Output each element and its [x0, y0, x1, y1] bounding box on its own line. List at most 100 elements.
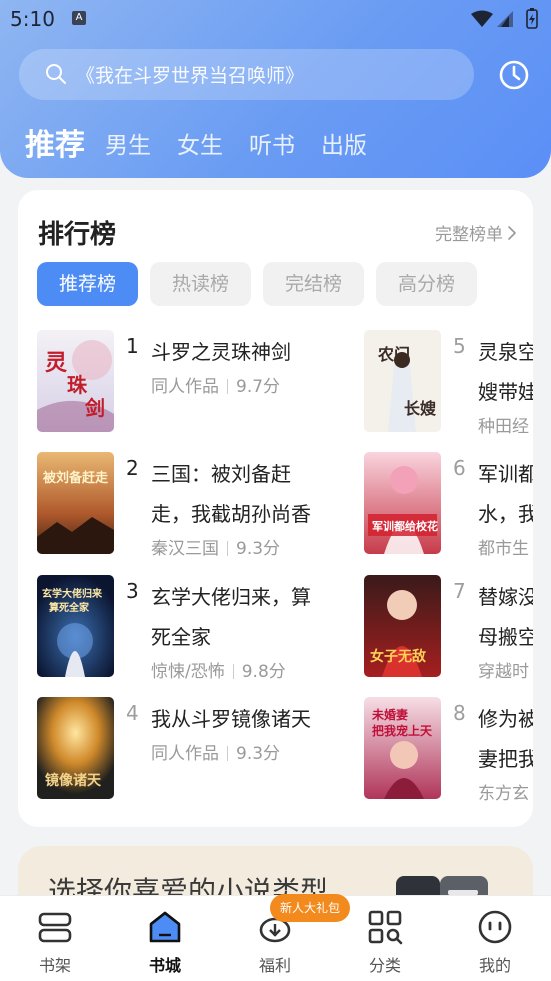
tab-recommend-rank[interactable]: 推荐榜 — [37, 262, 138, 306]
book-score: 9.7分 — [236, 377, 281, 397]
book-cover: 玄学大佬归来 算死全家 — [37, 575, 114, 677]
book-rank: 4 — [126, 701, 139, 725]
book-rank: 8 — [453, 701, 466, 725]
book-title: 玄学大佬归来，算死全家 — [151, 585, 311, 649]
book-rank: 1 — [126, 334, 139, 358]
book-title: 替嫁没 母搬空 — [478, 585, 533, 649]
ranking-title: 排行榜 — [38, 220, 117, 250]
book-score: 9.3分 — [236, 539, 281, 559]
book-cover: 镜像诸天 — [37, 697, 114, 799]
book-meta: 惊悚/恐怖 9.8分 — [151, 657, 286, 682]
chevron-right-icon — [508, 225, 516, 240]
book-meta: 种田经 — [478, 412, 529, 437]
book-rank: 6 — [453, 456, 466, 480]
book-item[interactable]: 玄学大佬归来 算死全家 3 玄学大佬归来，算死全家 惊悚/恐怖 9.8分 — [37, 575, 357, 682]
nav-label: 福利 — [258, 956, 291, 975]
status-bar: 5:10 A — [0, 0, 551, 38]
search-placeholder: 《我在斗罗世界当召唤师》 — [76, 65, 305, 87]
book-cover: 被刘备赶走 — [37, 452, 114, 554]
book-cover: 未婚妻 把我宠上天 — [364, 697, 441, 799]
book-genre: 东方玄 — [478, 784, 529, 804]
book-genre: 穿越时 — [478, 662, 529, 682]
book-item[interactable]: 女子无敌 7 替嫁没 母搬空 穿越时 — [364, 575, 533, 682]
bookstore-icon — [149, 911, 181, 943]
nav-profile[interactable]: 我的 — [440, 896, 550, 981]
book-item[interactable]: 灵 珠 剑 1 斗罗之灵珠神剑 同人作品 9.7分 — [37, 330, 357, 434]
book-genre: 种田经 — [478, 417, 529, 437]
svg-text:军训都给校花: 军训都给校花 — [372, 519, 438, 533]
svg-text:珠: 珠 — [67, 373, 88, 397]
book-cover: 女子无敌 — [364, 575, 441, 677]
book-genre: 都市生 — [478, 539, 529, 559]
search-icon — [46, 64, 66, 84]
book-cover: 军训都给校花 — [364, 452, 441, 554]
tab-finished-rank[interactable]: 完结榜 — [263, 262, 364, 306]
tab-male[interactable]: 男生 — [105, 126, 151, 166]
book-meta: 穿越时 — [478, 657, 529, 682]
ranking-tabs: 推荐榜 热读榜 完结榜 高分榜 — [37, 262, 489, 306]
search-input[interactable]: 《我在斗罗世界当召唤师》 — [19, 49, 474, 100]
book-item[interactable]: 农门 长嫂 5 灵泉空 嫂带娃 种田经 — [364, 330, 533, 437]
book-score: 9.3分 — [236, 744, 281, 764]
tab-publish[interactable]: 出版 — [321, 126, 367, 166]
nav-bookstore[interactable]: 书城 — [110, 896, 220, 981]
tab-high-score-rank[interactable]: 高分榜 — [376, 262, 477, 306]
svg-text:算死全家: 算死全家 — [48, 601, 90, 614]
svg-text:未婚妻: 未婚妻 — [371, 707, 408, 722]
book-genre: 秦汉三国 — [151, 539, 219, 559]
svg-text:农门: 农门 — [377, 345, 410, 364]
tab-audiobook[interactable]: 听书 — [249, 126, 295, 166]
signal-battery-icon — [471, 8, 538, 29]
book-meta: 都市生 — [478, 534, 529, 559]
newcomer-gift-badge[interactable]: 新人大礼包 — [270, 894, 351, 922]
status-time: 5:10 — [10, 7, 55, 31]
notification-icon: A — [72, 11, 86, 25]
ranking-card: 排行榜 完整榜单 推荐榜 热读榜 完结榜 高分榜 灵 珠 剑 1 斗罗之灵珠神剑 — [18, 190, 533, 827]
category-icon — [368, 910, 403, 945]
book-rank: 7 — [453, 579, 466, 603]
svg-text:镜像诸天: 镜像诸天 — [45, 772, 102, 789]
book-item[interactable]: 未婚妻 把我宠上天 8 修为被 妻把我 东方玄 — [364, 697, 533, 804]
book-title: 灵泉空 嫂带娃 — [478, 340, 533, 404]
tab-female[interactable]: 女生 — [177, 126, 223, 166]
svg-text:把我宠上天: 把我宠上天 — [372, 723, 433, 738]
header: 5:10 A 《我在斗罗世界当召唤师》 推荐 男生 女生 听书 出版 — [0, 0, 551, 178]
bookshelf-icon — [38, 912, 72, 943]
book-title: 我从斗罗镜像诸天 — [151, 707, 311, 731]
book-rank: 5 — [453, 334, 466, 358]
nav-label: 书架 — [38, 956, 71, 975]
book-item[interactable]: 被刘备赶走 2 三国：被刘备赶走，我截胡孙尚香 秦汉三国 9.3分 — [37, 452, 357, 559]
book-genre: 同人作品 — [151, 744, 219, 764]
nav-label: 我的 — [478, 956, 511, 975]
full-ranking-label: 完整榜单 — [435, 225, 503, 245]
svg-text:被刘备赶走: 被刘备赶走 — [42, 470, 109, 486]
book-cover: 农门 长嫂 — [364, 330, 441, 432]
book-title: 斗罗之灵珠神剑 — [151, 340, 291, 364]
book-title: 军训都 水，我 — [478, 462, 533, 526]
book-rank: 3 — [126, 579, 139, 603]
book-title: 三国：被刘备赶走，我截胡孙尚香 — [151, 462, 311, 526]
book-rank: 2 — [126, 456, 139, 480]
tab-recommend[interactable]: 推荐 — [25, 126, 85, 166]
book-meta: 同人作品 9.7分 — [151, 372, 280, 397]
nav-bookshelf[interactable]: 书架 — [0, 896, 110, 981]
history-clock-icon[interactable] — [497, 58, 531, 92]
svg-text:长嫂: 长嫂 — [404, 399, 437, 418]
channel-tabs: 推荐 男生 女生 听书 出版 — [25, 118, 393, 166]
book-meta: 秦汉三国 9.3分 — [151, 534, 280, 559]
book-genre: 惊悚/恐怖 — [151, 662, 225, 682]
book-title: 修为被 妻把我 — [478, 707, 533, 771]
full-ranking-link[interactable]: 完整榜单 — [435, 220, 517, 245]
svg-text:玄学大佬归来: 玄学大佬归来 — [42, 587, 103, 600]
book-cover: 灵 珠 剑 — [37, 330, 114, 432]
tab-hot-rank[interactable]: 热读榜 — [150, 262, 251, 306]
svg-text:剑: 剑 — [84, 396, 105, 420]
book-item[interactable]: 军训都给校花 6 军训都 水，我 都市生 — [364, 452, 533, 559]
book-meta: 东方玄 — [478, 779, 529, 804]
nav-label: 分类 — [368, 956, 401, 975]
book-item[interactable]: 镜像诸天 4 我从斗罗镜像诸天 同人作品 9.3分 — [37, 697, 357, 801]
book-meta: 同人作品 9.3分 — [151, 739, 280, 764]
nav-label: 书城 — [148, 956, 181, 975]
svg-text:女子无敌: 女子无敌 — [370, 648, 426, 665]
svg-text:灵: 灵 — [45, 350, 67, 376]
